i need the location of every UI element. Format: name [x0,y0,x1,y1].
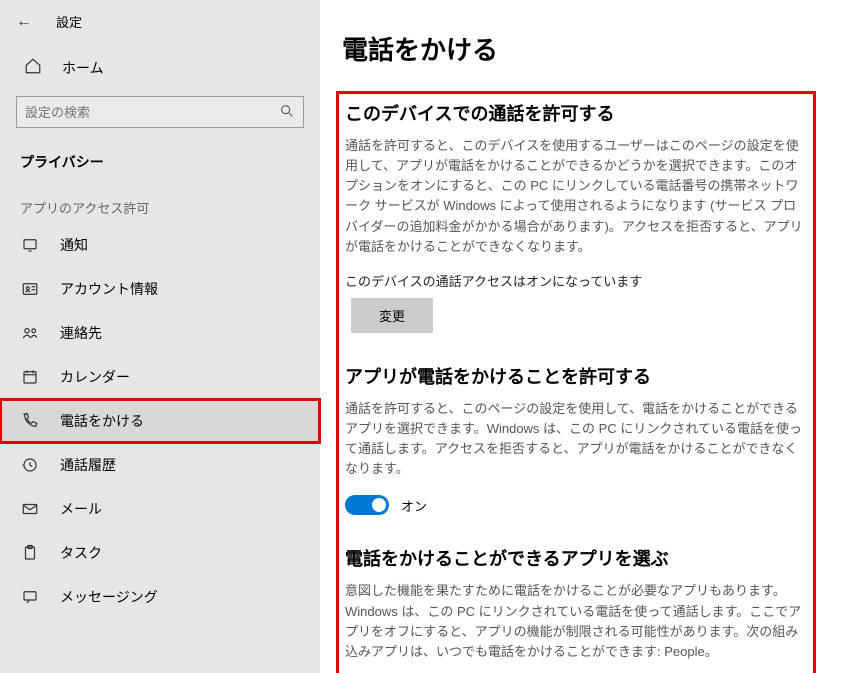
section-sublabel-app-permissions: アプリのアクセス許可 [0,180,320,223]
contacts-icon [20,324,40,342]
section-label-privacy: プライバシー [0,146,320,180]
settings-title: 設定 [56,12,82,31]
section-body-device-access: 通話を許可すると、このデバイスを使用するユーザーはこのページの設定を使用して、ア… [345,136,803,257]
sidebar-item-calendar[interactable]: カレンダー [0,355,320,399]
sidebar-item-label: アカウント情報 [60,279,158,299]
sidebar-item-mail[interactable]: メール [0,487,320,531]
account-icon [20,280,40,298]
history-icon [20,456,40,474]
search-box[interactable] [16,96,304,128]
section-heading-device-access: このデバイスでの通話を許可する [345,100,803,126]
app-allow-toggle-row: オン [345,495,803,515]
search-icon [279,103,295,122]
sidebar-item-notifications[interactable]: 通知 [0,223,320,267]
sidebar-item-phone[interactable]: 電話をかける [0,399,320,443]
sidebar-item-label: カレンダー [60,367,130,387]
sidebar: ← 設定 ホーム プライバシー アプリのアクセス許可 通知 アカウント情報 連絡… [0,0,320,673]
section-body-choose-apps: 意図した機能を果たすために電話をかけることが必要なアプリもあります。Window… [345,581,803,662]
sidebar-item-label: メール [60,499,102,519]
sidebar-header: ← 設定 [0,0,320,39]
section-heading-choose-apps: 電話をかけることができるアプリを選ぶ [345,545,803,571]
sidebar-item-label: タスク [60,543,102,563]
sidebar-item-call-history[interactable]: 通話履歴 [0,443,320,487]
calendar-icon [20,368,40,386]
sidebar-item-messaging[interactable]: メッセージング [0,575,320,619]
change-button[interactable]: 変更 [351,298,433,333]
sidebar-item-account[interactable]: アカウント情報 [0,267,320,311]
section-heading-app-allow: アプリが電話をかけることを許可する [345,363,803,389]
sidebar-item-contacts[interactable]: 連絡先 [0,311,320,355]
home-icon [24,57,42,78]
page-title: 電話をかける [342,30,816,67]
sidebar-item-label: メッセージング [60,587,158,607]
app-allow-toggle[interactable] [345,495,389,515]
notification-icon [20,236,40,254]
back-arrow-icon[interactable]: ← [16,13,32,31]
sidebar-item-label: 電話をかける [60,411,144,431]
sidebar-item-tasks[interactable]: タスク [0,531,320,575]
search-input[interactable] [25,105,279,120]
toggle-label: オン [401,496,427,515]
tasks-icon [20,544,40,562]
device-access-status: このデバイスの通話アクセスはオンになっています [345,271,803,290]
sidebar-item-label: 連絡先 [60,323,102,343]
sidebar-item-label: 通話履歴 [60,455,116,475]
messaging-icon [20,588,40,606]
sidebar-item-label: 通知 [60,235,88,255]
home-button[interactable]: ホーム [0,39,320,90]
mail-icon [20,500,40,518]
phone-icon [20,412,40,430]
content-area: 電話をかける このデバイスでの通話を許可する 通話を許可すると、このデバイスを使… [320,0,854,673]
content-highlight: このデバイスでの通話を許可する 通話を許可すると、このデバイスを使用するユーザー… [336,91,816,673]
section-body-app-allow: 通話を許可すると、このページの設定を使用して、電話をかけることができるアプリを選… [345,399,803,480]
home-label: ホーム [62,58,104,78]
toggle-thumb [372,498,386,512]
